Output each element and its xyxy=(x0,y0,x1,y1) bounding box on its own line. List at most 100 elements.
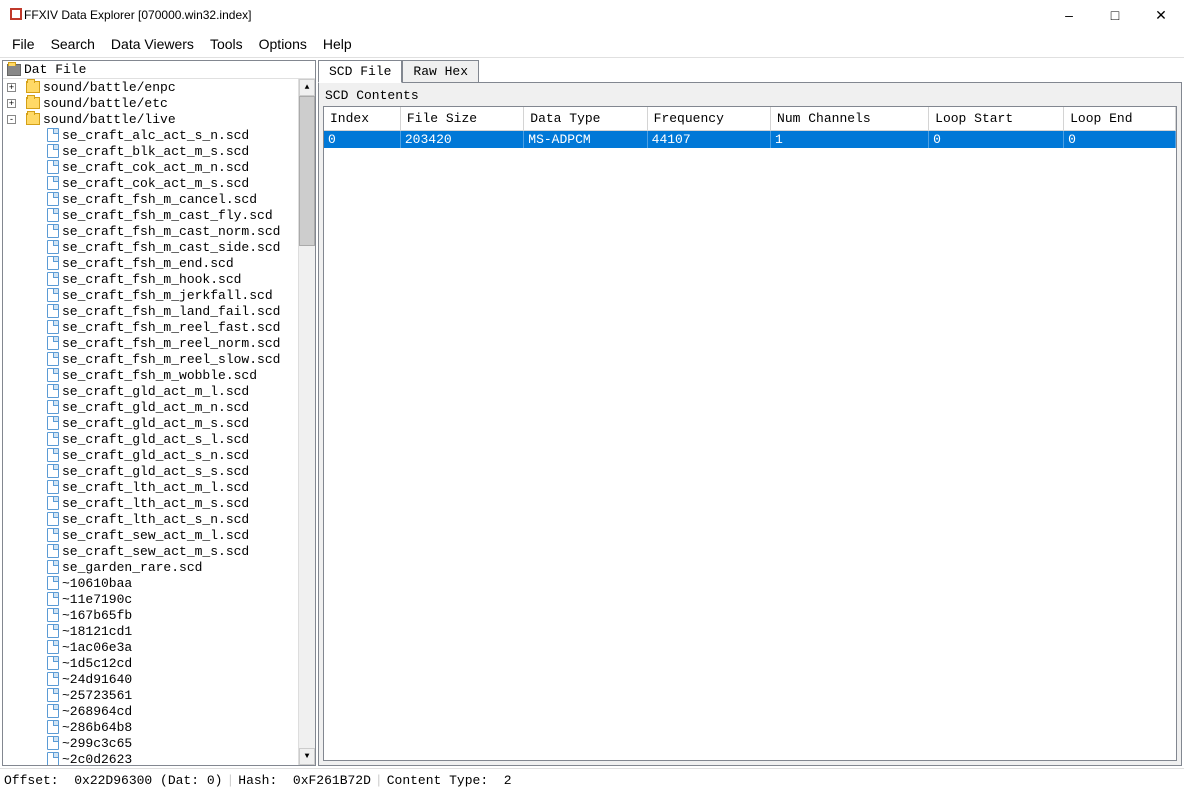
file-label: se_craft_cok_act_m_n.scd xyxy=(62,160,249,175)
tree-file[interactable]: se_craft_fsh_m_hook.scd xyxy=(3,271,315,287)
content-panel: SCD FileRaw Hex SCD Contents IndexFile S… xyxy=(318,60,1182,766)
column-header[interactable]: Frequency xyxy=(647,107,770,131)
file-icon xyxy=(47,272,59,286)
expand-icon[interactable]: + xyxy=(7,83,16,92)
tree-folder[interactable]: +sound/battle/etc xyxy=(3,95,315,111)
tree-file[interactable]: ~25723561 xyxy=(3,687,315,703)
tree-file[interactable]: se_craft_fsh_m_jerkfall.scd xyxy=(3,287,315,303)
tree-scrollbar[interactable]: ▲ ▼ xyxy=(298,79,315,765)
file-label: se_craft_lth_act_m_s.scd xyxy=(62,496,249,511)
tree-file[interactable]: se_garden_rare.scd xyxy=(3,559,315,575)
file-label: se_craft_fsh_m_reel_norm.scd xyxy=(62,336,280,351)
tab-scd-file[interactable]: SCD File xyxy=(318,60,402,83)
tree-file[interactable]: se_craft_blk_act_m_s.scd xyxy=(3,143,315,159)
file-label: ~10610baa xyxy=(62,576,132,591)
tree-file[interactable]: se_craft_gld_act_m_s.scd xyxy=(3,415,315,431)
tree-file[interactable]: se_craft_fsh_m_land_fail.scd xyxy=(3,303,315,319)
menu-item-help[interactable]: Help xyxy=(315,33,360,55)
file-label: se_craft_fsh_m_reel_slow.scd xyxy=(62,352,280,367)
scroll-thumb[interactable] xyxy=(299,96,315,246)
file-label: ~25723561 xyxy=(62,688,132,703)
file-icon xyxy=(47,384,59,398)
tree-file[interactable]: se_craft_lth_act_m_l.scd xyxy=(3,479,315,495)
column-header[interactable]: Index xyxy=(324,107,400,131)
tree-file[interactable]: se_craft_cok_act_m_n.scd xyxy=(3,159,315,175)
file-icon xyxy=(47,608,59,622)
file-label: se_craft_blk_act_m_s.scd xyxy=(62,144,249,159)
file-label: se_craft_fsh_m_wobble.scd xyxy=(62,368,257,383)
panel-label: SCD Contents xyxy=(323,87,1177,104)
tree-file[interactable]: se_craft_fsh_m_cancel.scd xyxy=(3,191,315,207)
tree-file[interactable]: ~24d91640 xyxy=(3,671,315,687)
tree-file[interactable]: ~286b64b8 xyxy=(3,719,315,735)
tree-file[interactable]: se_craft_fsh_m_reel_fast.scd xyxy=(3,319,315,335)
tab-bar: SCD FileRaw Hex xyxy=(318,60,1182,83)
file-label: se_craft_fsh_m_land_fail.scd xyxy=(62,304,280,319)
menu-item-file[interactable]: File xyxy=(4,33,43,55)
tree-body[interactable]: + sound/battle/enpc+sound/battle/etc-soun… xyxy=(3,79,315,765)
expand-icon[interactable]: - xyxy=(7,115,16,124)
menu-item-search[interactable]: Search xyxy=(43,33,103,55)
close-button[interactable]: ✕ xyxy=(1138,0,1184,30)
file-label: ~24d91640 xyxy=(62,672,132,687)
menu-item-tools[interactable]: Tools xyxy=(202,33,251,55)
tree-file[interactable]: ~268964cd xyxy=(3,703,315,719)
column-header[interactable]: Loop End xyxy=(1064,107,1176,131)
scd-table[interactable]: IndexFile SizeData TypeFrequencyNum Chan… xyxy=(323,106,1177,761)
tree-file[interactable]: ~18121cd1 xyxy=(3,623,315,639)
tree-file[interactable]: se_craft_fsh_m_cast_fly.scd xyxy=(3,207,315,223)
tree-file[interactable]: se_craft_gld_act_m_n.scd xyxy=(3,399,315,415)
folder-label: sound/battle/enpc xyxy=(43,80,176,95)
tree-file[interactable]: se_craft_fsh_m_reel_norm.scd xyxy=(3,335,315,351)
tree-file[interactable]: ~167b65fb xyxy=(3,607,315,623)
column-header[interactable]: Data Type xyxy=(524,107,647,131)
column-header[interactable]: Num Channels xyxy=(771,107,929,131)
scroll-down-button[interactable]: ▼ xyxy=(299,748,315,765)
tree-file[interactable]: se_craft_fsh_m_cast_norm.scd xyxy=(3,223,315,239)
minimize-button[interactable]: – xyxy=(1046,0,1092,30)
tree-file[interactable]: se_craft_fsh_m_cast_side.scd xyxy=(3,239,315,255)
tree-file[interactable]: ~1d5c12cd xyxy=(3,655,315,671)
tree-file[interactable]: se_craft_fsh_m_end.scd xyxy=(3,255,315,271)
tree-folder[interactable]: -sound/battle/live xyxy=(3,111,315,127)
file-label: ~299c3c65 xyxy=(62,736,132,751)
table-row[interactable]: 0203420MS-ADPCM44107100 xyxy=(324,131,1176,149)
tree-file[interactable]: se_craft_lth_act_s_n.scd xyxy=(3,511,315,527)
tree-file[interactable]: se_craft_gld_act_s_s.scd xyxy=(3,463,315,479)
file-icon xyxy=(47,544,59,558)
tree-file[interactable]: ~11e7190c xyxy=(3,591,315,607)
expand-icon[interactable]: + xyxy=(7,99,16,108)
tree-file[interactable]: se_craft_sew_act_m_s.scd xyxy=(3,543,315,559)
tree-file[interactable]: ~10610baa xyxy=(3,575,315,591)
tree-file[interactable]: se_craft_gld_act_s_n.scd xyxy=(3,447,315,463)
file-icon xyxy=(47,400,59,414)
tree-file[interactable]: se_craft_sew_act_m_l.scd xyxy=(3,527,315,543)
menu-item-options[interactable]: Options xyxy=(251,33,315,55)
maximize-button[interactable]: □ xyxy=(1092,0,1138,30)
menu-item-data-viewers[interactable]: Data Viewers xyxy=(103,33,202,55)
scroll-up-button[interactable]: ▲ xyxy=(299,79,315,96)
file-icon xyxy=(47,640,59,654)
cell-frequency: 44107 xyxy=(647,131,770,149)
file-label: se_craft_gld_act_s_l.scd xyxy=(62,432,249,447)
tree-file[interactable]: ~299c3c65 xyxy=(3,735,315,751)
file-label: se_craft_lth_act_m_l.scd xyxy=(62,480,249,495)
file-icon xyxy=(47,256,59,270)
tree-file[interactable]: se_craft_gld_act_s_l.scd xyxy=(3,431,315,447)
file-label: se_craft_fsh_m_reel_fast.scd xyxy=(62,320,280,335)
tree-file[interactable]: se_craft_lth_act_m_s.scd xyxy=(3,495,315,511)
file-label: ~286b64b8 xyxy=(62,720,132,735)
column-header[interactable]: File Size xyxy=(400,107,523,131)
file-icon xyxy=(47,320,59,334)
tree-file[interactable]: se_craft_cok_act_m_s.scd xyxy=(3,175,315,191)
tab-raw-hex[interactable]: Raw Hex xyxy=(402,60,479,83)
file-label: se_craft_sew_act_m_s.scd xyxy=(62,544,249,559)
tree-file[interactable]: se_craft_fsh_m_wobble.scd xyxy=(3,367,315,383)
tree-file[interactable]: ~1ac06e3a xyxy=(3,639,315,655)
tree-file[interactable]: se_craft_fsh_m_reel_slow.scd xyxy=(3,351,315,367)
tree-file[interactable]: ~2c0d2623 xyxy=(3,751,315,765)
tree-folder[interactable]: + sound/battle/enpc xyxy=(3,79,315,95)
tree-file[interactable]: se_craft_alc_act_s_n.scd xyxy=(3,127,315,143)
tree-file[interactable]: se_craft_gld_act_m_l.scd xyxy=(3,383,315,399)
column-header[interactable]: Loop Start xyxy=(929,107,1064,131)
